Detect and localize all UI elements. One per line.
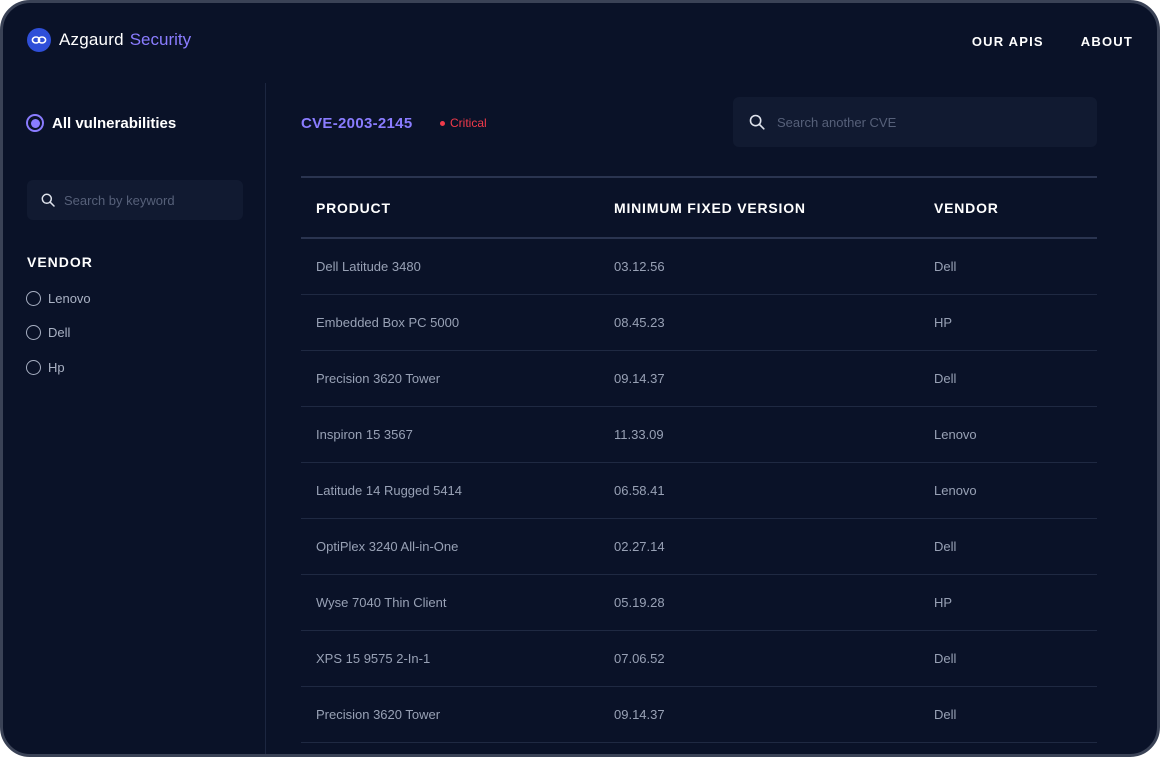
column-header-product[interactable]: PRODUCT [301, 177, 614, 238]
search-icon [41, 193, 55, 207]
app-window: Azgaurd Security OUR APIS ABOUT All vuln… [0, 0, 1160, 757]
cell-vendor: HP [934, 314, 953, 330]
table-row[interactable]: Embedded Box PC 5000 08.45.23 HP [301, 294, 1097, 350]
cell-product: Inspiron 15 3567 [316, 426, 413, 442]
keyword-search-input[interactable] [62, 191, 236, 209]
table-row[interactable]: XPS 15 9575 2-In-1 07.06.52 Dell [301, 630, 1097, 686]
products-table: PRODUCT MINIMUM FIXED VERSION VENDOR Del… [301, 176, 1097, 743]
cell-vendor: Dell [934, 370, 957, 386]
cell-version: 09.14.37 [614, 370, 665, 386]
cell-version: 02.27.14 [614, 538, 665, 554]
cell-version: 08.45.23 [614, 314, 665, 330]
cell-version: 11.33.09 [614, 426, 664, 442]
vendor-option-dell[interactable]: Dell [26, 325, 70, 340]
nav-about[interactable]: ABOUT [1081, 34, 1133, 49]
cell-product: Dell Latitude 3480 [316, 258, 421, 274]
severity-dot-icon [440, 120, 445, 126]
nav-our-apis[interactable]: OUR APIS [972, 34, 1044, 49]
vendor-option-label: Lenovo [48, 291, 91, 306]
cell-vendor: Dell [934, 706, 957, 722]
cell-product: Wyse 7040 Thin Client [316, 594, 447, 610]
table-header-row: PRODUCT MINIMUM FIXED VERSION VENDOR [301, 177, 1097, 238]
cell-product: XPS 15 9575 2-In-1 [316, 650, 431, 666]
cell-product: OptiPlex 3240 All-in-One [316, 538, 459, 554]
radio-icon[interactable] [26, 291, 41, 306]
vendor-option-lenovo[interactable]: Lenovo [26, 291, 91, 306]
table-row[interactable]: Latitude 14 Rugged 5414 06.58.41 Lenovo [301, 462, 1097, 518]
cell-vendor: Lenovo [934, 426, 977, 442]
cve-search-input[interactable] [775, 113, 1079, 131]
table-row[interactable]: Precision 3620 Tower 09.14.37 Dell [301, 350, 1097, 406]
cell-vendor: Dell [934, 650, 957, 666]
cve-id: CVE-2003-2145 [301, 115, 413, 132]
cell-version: 06.58.41 [614, 482, 665, 498]
radio-selected-icon[interactable] [26, 114, 44, 132]
logo[interactable]: Azgaurd Security [27, 28, 191, 52]
cell-version: 09.14.37 [614, 706, 665, 722]
cell-version: 03.12.56 [614, 258, 665, 274]
app-name-suffix: Security [129, 30, 192, 49]
sidebar: All vulnerabilities VENDOR Lenovo Dell H… [3, 83, 266, 754]
vendor-option-label: Hp [48, 360, 65, 375]
keyword-search[interactable] [27, 180, 243, 220]
search-icon [749, 114, 765, 130]
header: Azgaurd Security OUR APIS ABOUT [3, 3, 1157, 83]
cell-product: Precision 3620 Tower [316, 370, 441, 386]
app-name: Azgaurd [59, 30, 124, 49]
top-nav: OUR APIS ABOUT [972, 34, 1133, 49]
vendor-option-label: Dell [48, 325, 71, 340]
vendor-filter-title: VENDOR [27, 254, 93, 270]
cell-vendor: HP [934, 594, 953, 610]
vendor-option-hp[interactable]: Hp [26, 360, 65, 375]
cell-vendor: Dell [934, 258, 957, 274]
cell-product: Latitude 14 Rugged 5414 [316, 482, 463, 498]
cell-vendor: Dell [934, 538, 957, 554]
cell-product: Embedded Box PC 5000 [316, 314, 460, 330]
table-row[interactable]: Inspiron 15 3567 11.33.09 Lenovo [301, 406, 1097, 462]
all-vulnerabilities-label: All vulnerabilities [52, 114, 177, 132]
table-row[interactable]: OptiPlex 3240 All-in-One 02.27.14 Dell [301, 518, 1097, 574]
table-row[interactable]: Dell Latitude 3480 03.12.56 Dell [301, 238, 1097, 294]
radio-icon[interactable] [26, 325, 41, 340]
cell-product: Precision 3620 Tower [316, 706, 441, 722]
severity-label: Critical [450, 116, 487, 130]
logo-icon [27, 28, 51, 52]
cell-version: 05.19.28 [614, 594, 665, 610]
severity-badge: Critical [440, 116, 487, 130]
cell-version: 07.06.52 [614, 650, 665, 666]
column-header-min-fixed-version[interactable]: MINIMUM FIXED VERSION [614, 177, 934, 238]
cell-vendor: Lenovo [934, 482, 977, 498]
cve-search[interactable] [733, 97, 1097, 147]
radio-icon[interactable] [26, 360, 41, 375]
all-vulnerabilities-option[interactable]: All vulnerabilities [26, 114, 176, 132]
table-row[interactable]: Precision 3620 Tower 09.14.37 Dell [301, 686, 1097, 742]
table-row[interactable]: Wyse 7040 Thin Client 05.19.28 HP [301, 574, 1097, 630]
column-header-vendor[interactable]: VENDOR [934, 177, 1097, 238]
